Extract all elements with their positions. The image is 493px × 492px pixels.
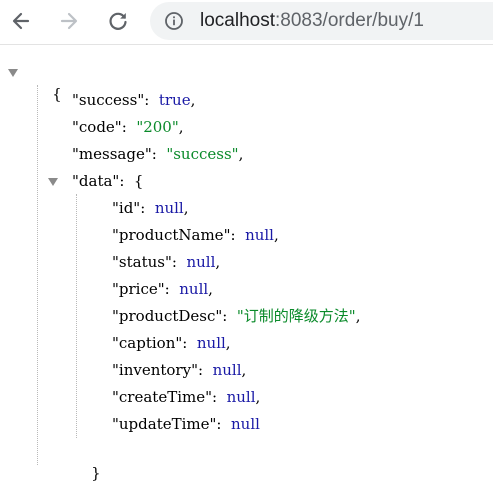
forward-button[interactable] <box>52 4 86 38</box>
json-entry-productName: "productName": null, <box>112 226 279 244</box>
collapse-root-toggle[interactable] <box>8 69 18 77</box>
json-value: null <box>154 199 184 217</box>
json-key: "message": <box>72 145 157 163</box>
root-guide-line <box>37 85 38 465</box>
json-key: "status": <box>112 253 177 271</box>
json-entry-id: "id": null, <box>112 199 189 217</box>
json-key: "productName": <box>112 226 236 244</box>
url-host: localhost <box>200 10 275 31</box>
json-entry-price: "price": null, <box>112 280 213 298</box>
json-key: "inventory": <box>112 361 204 379</box>
json-value: "200" <box>136 118 179 136</box>
json-entry-caption: "caption": null, <box>112 334 231 352</box>
json-entry-status: "status": null, <box>112 253 221 271</box>
json-key: "id": <box>112 199 146 217</box>
json-value: "订制的降级方法" <box>236 307 356 325</box>
reload-button[interactable] <box>101 4 135 38</box>
collapse-data-toggle[interactable] <box>48 178 58 186</box>
json-key: "caption": <box>112 334 188 352</box>
json-value: null <box>196 334 226 352</box>
json-viewer: { "success": true, "code": "200", "messa… <box>0 45 493 492</box>
json-value: null <box>226 388 256 406</box>
arrow-left-icon <box>12 12 30 30</box>
json-entry-code: "code": "200", <box>72 118 184 136</box>
open-brace: { <box>52 85 62 103</box>
root-open-brace: { <box>33 61 62 103</box>
json-value: null <box>245 226 274 244</box>
json-value: null <box>212 361 242 379</box>
json-entry-productDesc: "productDesc": "订制的降级方法", <box>112 307 361 325</box>
json-entry-message: "message": "success", <box>72 145 244 163</box>
json-key: "code": <box>72 118 127 136</box>
arrow-right-icon <box>60 12 78 30</box>
root-close-brace: } <box>33 467 62 492</box>
data-close-brace: } <box>72 440 101 482</box>
json-value: null <box>186 253 216 271</box>
address-bar[interactable]: localhost:8083/order/buy/1 <box>150 2 493 40</box>
json-value: null <box>179 280 209 298</box>
json-key: "success": <box>72 91 150 109</box>
close-brace: } <box>91 464 101 482</box>
browser-toolbar: localhost:8083/order/buy/1 <box>0 0 493 45</box>
json-key: "updateTime": <box>112 415 222 433</box>
data-open-brace: { <box>133 172 144 190</box>
json-entry-createTime: "createTime": null, <box>112 388 261 406</box>
json-entry-data: "data": { <box>72 170 143 192</box>
info-icon[interactable] <box>164 11 184 31</box>
json-value: null <box>231 415 260 433</box>
json-entry-inventory: "inventory": null, <box>112 361 247 379</box>
json-key: "price": <box>112 280 170 298</box>
url-path: :8083/order/buy/1 <box>275 10 424 31</box>
json-value: "success" <box>166 145 239 163</box>
json-key: "createTime": <box>112 388 218 406</box>
url-text[interactable]: localhost:8083/order/buy/1 <box>200 10 424 32</box>
json-value: true <box>158 91 191 109</box>
data-guide-line <box>76 194 77 438</box>
json-key: "productDesc": <box>112 307 228 325</box>
back-button[interactable] <box>4 4 38 38</box>
json-entry-success: "success": true, <box>72 91 196 109</box>
json-key: "data": <box>72 172 125 190</box>
reload-icon <box>109 12 127 30</box>
json-entry-updateTime: "updateTime": null <box>112 413 260 435</box>
